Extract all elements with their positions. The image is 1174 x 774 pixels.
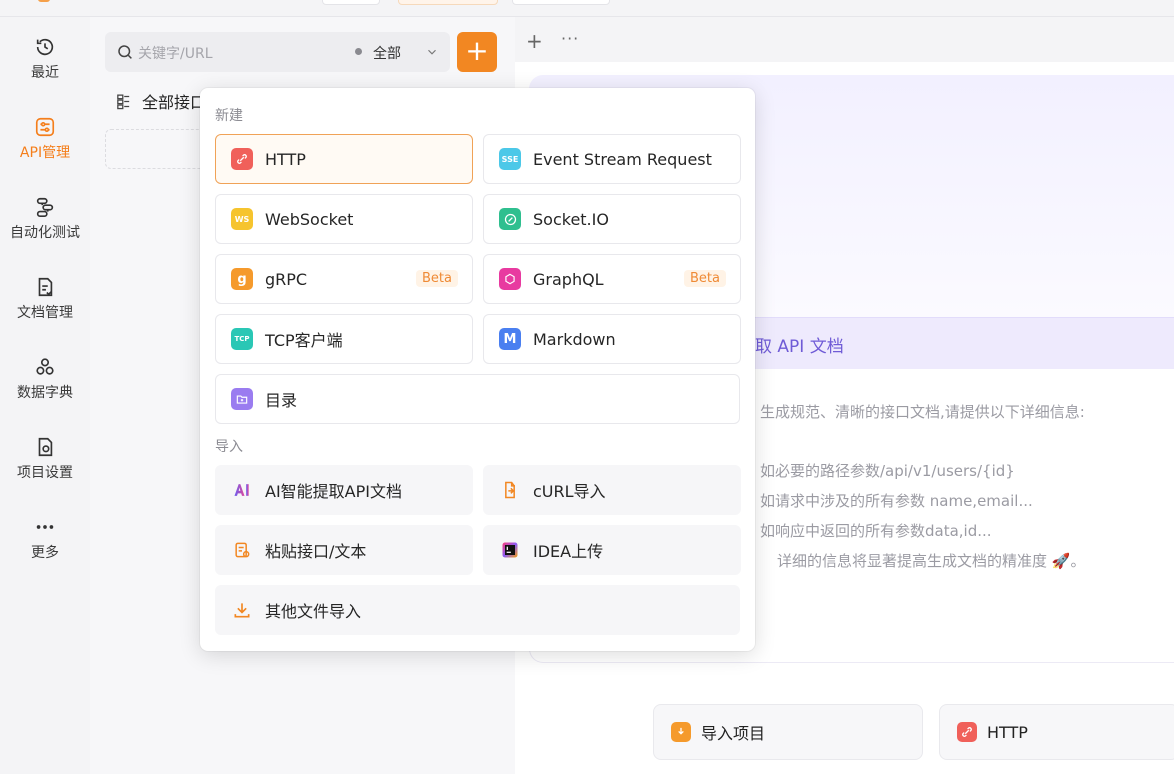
sidebar-item-label: 自动化测试: [10, 225, 80, 241]
project-settings-icon: [33, 435, 57, 459]
sidebar-item-data-dictionary[interactable]: 数据字典: [0, 347, 90, 417]
import-ai-extract-option[interactable]: AI智能提取API文档: [215, 465, 473, 515]
new-menu-popup: 新建 HTTP SSE Event Stream Request WS WebS…: [200, 88, 755, 651]
option-label: cURL导入: [533, 482, 606, 501]
quick-label: 导入项目: [701, 724, 766, 743]
sidebar-item-project-settings[interactable]: 项目设置: [0, 427, 90, 497]
tab-bar: + ···: [515, 17, 1174, 62]
import-project-button[interactable]: 导入项目: [653, 704, 923, 760]
chevron-down-icon[interactable]: [425, 45, 439, 59]
quick-http-button[interactable]: HTTP: [939, 704, 1174, 760]
option-label: HTTP: [265, 149, 306, 169]
option-label: AI智能提取API文档: [265, 482, 402, 501]
tree-root-all-apis[interactable]: 全部接口: [115, 89, 206, 113]
option-label: Markdown: [533, 329, 616, 349]
automation-test-icon: [33, 195, 57, 219]
search-input[interactable]: 关键字/URL: [138, 43, 213, 63]
ai-extract-icon: [231, 479, 253, 501]
desc-line: 如必要的路径参数/api/v1/users/{id}: [760, 462, 1015, 480]
desc-line: 如请求中涉及的所有参数 name,email...: [760, 492, 1033, 510]
option-label: GraphQL: [533, 269, 604, 289]
import-other-files-option[interactable]: 其他文件导入: [215, 585, 740, 635]
beta-badge: Beta: [684, 270, 726, 287]
sidebar-item-label: 最近: [31, 65, 59, 81]
new-grpc-option[interactable]: g gRPC Beta: [215, 254, 473, 304]
beta-badge: Beta: [416, 270, 458, 287]
filter-dot-icon: [355, 48, 362, 55]
socketio-icon: [499, 208, 521, 230]
option-label: 粘贴接口/文本: [265, 542, 367, 561]
section-new-title: 新建: [215, 108, 243, 124]
search-icon: [118, 45, 132, 59]
sidebar-item-api-management[interactable]: API管理: [0, 107, 90, 177]
search-box[interactable]: 关键字/URL 全部: [105, 32, 450, 72]
new-folder-option[interactable]: 目录: [215, 374, 740, 424]
option-label: gRPC: [265, 269, 308, 289]
option-label: WebSocket: [265, 209, 354, 229]
option-label: 目录: [265, 391, 298, 410]
document-icon: [33, 275, 57, 299]
tab-more-button[interactable]: ···: [561, 29, 579, 48]
option-label: TCP客户端: [265, 331, 343, 350]
new-http-option[interactable]: HTTP: [215, 134, 473, 184]
tree-root-label: 全部接口: [142, 93, 207, 112]
top-tab-active[interactable]: [398, 0, 498, 5]
option-label: IDEA上传: [533, 542, 604, 561]
sidebar-item-label: 项目设置: [17, 465, 73, 481]
http-icon: [231, 148, 253, 170]
new-tab-button[interactable]: +: [526, 29, 543, 53]
sidebar-item-label: 数据字典: [17, 385, 73, 401]
new-graphql-option[interactable]: GraphQL Beta: [483, 254, 741, 304]
sse-icon: SSE: [499, 148, 521, 170]
markdown-icon: M: [499, 328, 521, 350]
import-paste-text-option[interactable]: 粘贴接口/文本: [215, 525, 473, 575]
banner-title: 取 API 文档: [755, 337, 844, 357]
sidebar-item-recent[interactable]: 最近: [0, 27, 90, 97]
top-tab[interactable]: [512, 0, 610, 5]
desc-line: 如响应中返回的所有参数data,id...: [760, 522, 992, 540]
sidebar-item-label: 更多: [31, 545, 59, 561]
websocket-icon: WS: [231, 208, 253, 230]
sidebar-item-more[interactable]: 更多: [0, 507, 90, 577]
file-import-icon: [231, 599, 253, 621]
option-label: Event Stream Request: [533, 149, 712, 169]
section-import-title: 导入: [215, 439, 243, 455]
sidebar: 最近 API管理 自动化测试 文档管理 数据字典 项目设置 更多: [0, 17, 90, 774]
new-websocket-option[interactable]: WS WebSocket: [215, 194, 473, 244]
grpc-icon: g: [231, 268, 253, 290]
graphql-icon: [499, 268, 521, 290]
desc-line: 详细的信息将显著提高生成文档的精准度 🚀。: [777, 552, 1086, 570]
sidebar-item-automation-test[interactable]: 自动化测试: [0, 187, 90, 257]
import-project-icon: [671, 722, 691, 742]
new-tcp-client-option[interactable]: TCP TCP客户端: [215, 314, 473, 364]
filter-select[interactable]: 全部: [373, 43, 401, 63]
sidebar-item-documents[interactable]: 文档管理: [0, 267, 90, 337]
history-icon: [33, 35, 57, 59]
top-bar: [0, 0, 1174, 17]
add-button[interactable]: +: [457, 32, 497, 72]
idea-upload-icon: [499, 539, 521, 561]
option-label: Socket.IO: [533, 209, 609, 229]
app-logo-icon: [38, 0, 50, 2]
sidebar-item-label: 文档管理: [17, 305, 73, 321]
http-icon: [957, 722, 977, 742]
new-markdown-option[interactable]: M Markdown: [483, 314, 741, 364]
api-management-icon: [33, 115, 57, 139]
new-socketio-option[interactable]: Socket.IO: [483, 194, 741, 244]
new-sse-option[interactable]: SSE Event Stream Request: [483, 134, 741, 184]
top-tab[interactable]: [322, 0, 380, 5]
folder-icon: [231, 388, 253, 410]
option-label: 其他文件导入: [265, 602, 362, 621]
sidebar-item-label: API管理: [19, 145, 71, 161]
desc-line: 生成规范、清晰的接口文档,请提供以下详细信息:: [760, 403, 1085, 421]
quick-label: HTTP: [987, 722, 1028, 742]
more-icon: [33, 515, 57, 539]
curl-import-icon: [499, 479, 521, 501]
import-curl-option[interactable]: cURL导入: [483, 465, 741, 515]
paste-text-icon: [231, 539, 253, 561]
import-idea-upload-option[interactable]: IDEA上传: [483, 525, 741, 575]
tcp-client-icon: TCP: [231, 328, 253, 350]
api-tree-icon: [117, 93, 130, 109]
data-dictionary-icon: [33, 355, 57, 379]
